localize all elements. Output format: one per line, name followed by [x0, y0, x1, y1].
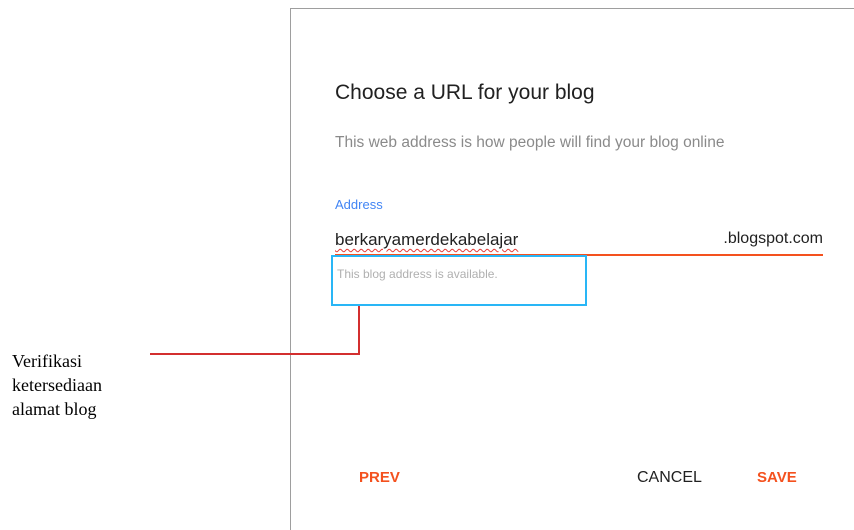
callout-line-3: alamat blog — [12, 399, 97, 419]
blog-url-dialog: Choose a URL for your blog This web addr… — [290, 8, 854, 530]
callout-annotation: Verifikasi ketersediaan alamat blog — [12, 349, 102, 421]
address-domain-suffix: .blogspot.com — [723, 230, 823, 247]
callout-connector-vertical — [358, 306, 360, 355]
prev-button[interactable]: PREV — [359, 469, 400, 486]
cancel-button[interactable]: CANCEL — [637, 469, 702, 487]
callout-line-2: ketersediaan — [12, 375, 102, 395]
address-input[interactable]: berkaryamerdekabelajar — [335, 230, 518, 250]
save-button[interactable]: SAVE — [757, 469, 797, 486]
dialog-title: Choose a URL for your blog — [335, 81, 595, 104]
callout-connector-horizontal — [150, 353, 360, 355]
availability-highlight-box: This blog address is available. — [331, 255, 587, 306]
callout-line-1: Verifikasi — [12, 351, 82, 371]
availability-message: This blog address is available. — [337, 267, 498, 281]
dialog-subtitle: This web address is how people will find… — [335, 134, 725, 151]
address-field-label: Address — [335, 197, 383, 212]
